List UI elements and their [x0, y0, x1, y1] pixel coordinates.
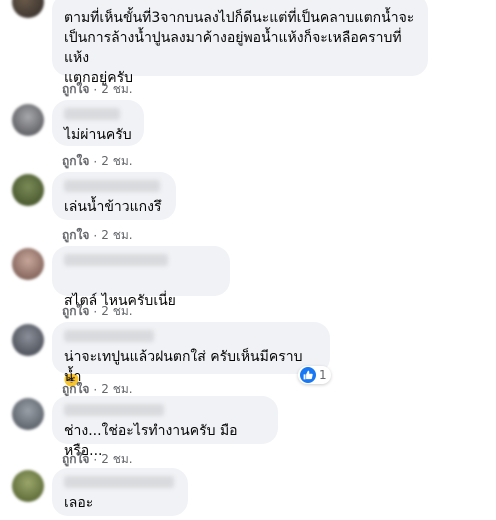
- comment-bubble: เล่นน้ำข้าวแกงรึ: [52, 172, 176, 220]
- comment-meta: ถูกใจ · 2 ชม.: [62, 80, 133, 99]
- avatar[interactable]: [12, 398, 44, 430]
- comment-bubble: ตามที่เห็นขั้นที่3จากบนลงไปก็ดีนะแต่ที่เ…: [52, 0, 428, 86]
- like-link[interactable]: ถูกใจ: [62, 80, 89, 99]
- comment-meta: ถูกใจ · 2 ชม.: [62, 302, 133, 321]
- timestamp[interactable]: 2 ชม.: [101, 226, 132, 245]
- comment-meta: ถูกใจ · 2 ชม.: [62, 450, 133, 469]
- author-name-redacted[interactable]: [64, 254, 168, 266]
- comment-bubble: ไม่ผ่านครับ: [52, 100, 144, 146]
- comment-text: เล่นน้ำข้าวแกงรึ: [64, 199, 162, 215]
- separator-dot: ·: [93, 154, 98, 169]
- avatar[interactable]: [12, 324, 44, 356]
- timestamp[interactable]: 2 ชม.: [101, 152, 132, 171]
- reaction-badge[interactable]: 1: [298, 366, 331, 384]
- comment-text: เลอะ: [64, 495, 94, 511]
- separator-dot: ·: [93, 452, 98, 467]
- comment-bubble: เลอะ: [52, 468, 188, 516]
- author-name-redacted[interactable]: [64, 404, 164, 416]
- timestamp[interactable]: 2 ชม.: [101, 302, 132, 321]
- like-link[interactable]: ถูกใจ: [62, 450, 89, 469]
- like-link[interactable]: ถูกใจ: [62, 302, 89, 321]
- comment-text: ไม่ผ่านครับ: [64, 127, 132, 143]
- author-name-redacted[interactable]: [64, 476, 174, 488]
- comment-bubble: ช่าง...ใช่อะไรทำงานครับ มือหรือ...: [52, 396, 278, 459]
- author-name-redacted[interactable]: [64, 108, 120, 120]
- reaction-count: 1: [319, 368, 327, 382]
- comment-text: ตามที่เห็นขั้นที่3จากบนลงไปก็ดีนะแต่ที่เ…: [64, 10, 415, 86]
- separator-dot: ·: [93, 382, 98, 397]
- avatar[interactable]: [12, 104, 44, 136]
- timestamp[interactable]: 2 ชม.: [101, 80, 132, 99]
- separator-dot: ·: [93, 304, 98, 319]
- avatar[interactable]: [12, 0, 44, 18]
- timestamp[interactable]: 2 ชม.: [101, 450, 132, 469]
- avatar[interactable]: [12, 470, 44, 502]
- like-link[interactable]: ถูกใจ: [62, 226, 89, 245]
- author-name-redacted[interactable]: [64, 180, 160, 192]
- avatar[interactable]: [12, 174, 44, 206]
- like-link[interactable]: ถูกใจ: [62, 152, 89, 171]
- avatar[interactable]: [12, 248, 44, 280]
- author-name-redacted[interactable]: [64, 330, 154, 342]
- comment-bubble: สไตล์ ไหนครับเนี่ย: [52, 246, 230, 387]
- comment-meta: ถูกใจ · 2 ชม.: [62, 226, 133, 245]
- comment-meta: ถูกใจ · 2 ชม.: [62, 152, 133, 171]
- separator-dot: ·: [93, 228, 98, 243]
- thumbs-up-icon: [300, 367, 316, 383]
- comment-bubble: น่าจะเทปูนแล้วฝนตกใส่ ครับเห็นมีคราบน้ำ: [52, 322, 330, 385]
- separator-dot: ·: [93, 82, 98, 97]
